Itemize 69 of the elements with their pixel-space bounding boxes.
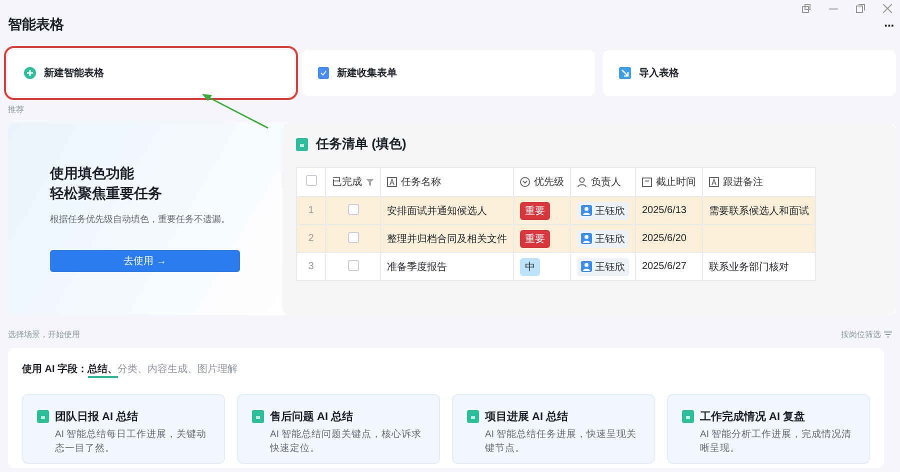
- banner-title: 使用填色功能: [50, 164, 135, 183]
- select-all-checkbox[interactable]: [306, 175, 316, 186]
- text-field-icon: [709, 177, 719, 187]
- action-card[interactable]: 新建智能表格: [8, 50, 294, 96]
- person-icon: [577, 177, 587, 187]
- avatar-icon: [581, 205, 592, 216]
- plus-icon: [24, 67, 36, 79]
- annotation-arrow: [200, 92, 270, 130]
- sheet-icon: [682, 410, 694, 423]
- priority-tag: 重要: [520, 202, 550, 220]
- more-button[interactable]: ···: [884, 18, 894, 32]
- table-cell: 2025/6/13: [636, 196, 702, 224]
- card-title: 项目进展 AI 总结: [485, 410, 568, 424]
- banner-title: 轻松聚焦重要任务: [50, 184, 163, 203]
- row-number: 3: [296, 252, 326, 280]
- table-cell: 整理并归档合同及相关文件: [380, 224, 514, 252]
- priority-tag: 重要: [520, 230, 550, 248]
- avatar-icon: [581, 233, 592, 244]
- sheet-icon: [467, 410, 479, 423]
- person-chip: 王钰欣: [577, 202, 629, 220]
- page-title: 智能表格: [8, 16, 64, 34]
- dropdown-icon: [520, 177, 530, 187]
- close-icon[interactable]: [883, 4, 892, 12]
- table-cell: 准备季度报告: [380, 252, 514, 280]
- text-field-icon: [387, 177, 397, 187]
- banner-description: 根据任务优先级自动填色，重要任务不遗漏。: [50, 213, 231, 226]
- filter-icon: [366, 178, 374, 186]
- pin-icon[interactable]: [802, 4, 811, 12]
- person-chip: 王钰欣: [577, 258, 629, 276]
- card-description: AI 智能总结问题关键点，核心诉求快速定位。: [270, 428, 423, 456]
- card-description: AI 智能分析工作进展，完成情况清晰呈现。: [700, 428, 853, 456]
- card-description: AI 智能总结任务进展，快速呈现关键节点。: [485, 428, 638, 456]
- checkbox[interactable]: [348, 232, 358, 242]
- calendar-icon: [642, 177, 652, 187]
- template-card[interactable]: 项目进展 AI 总结 AI 智能总结任务进展，快速呈现关键节点。: [452, 394, 655, 464]
- priority-tag: 中: [520, 258, 540, 276]
- avatar-icon: [581, 261, 592, 272]
- table-cell: 安排面试并通知候选人: [380, 196, 514, 224]
- sheet-icon: [296, 138, 308, 150]
- checkbox[interactable]: [348, 204, 358, 214]
- restore-icon[interactable]: [856, 4, 865, 12]
- row-number: 2: [296, 224, 326, 252]
- section-label: 选择场景，开始使用: [8, 329, 80, 340]
- card-title: 售后问题 AI 总结: [270, 410, 354, 424]
- checkbox[interactable]: [348, 260, 358, 270]
- action-card[interactable]: 导入表格: [603, 50, 896, 96]
- ai-field-tab[interactable]: 总结、: [88, 362, 118, 378]
- row-number: 1: [296, 196, 326, 224]
- template-card[interactable]: 团队日报 AI 总结 AI 智能总结每日工作进展，关键动态一目了然。: [22, 394, 225, 464]
- table-cell: 需要联系候选人和面试: [709, 206, 809, 216]
- table-cell: 联系业务部门核对: [709, 262, 789, 272]
- preview-title: 任务清单 (填色): [316, 135, 406, 153]
- table-cell: 2025/6/20: [636, 224, 702, 252]
- person-chip: 王钰欣: [577, 230, 629, 248]
- action-card[interactable]: 新建收集表单: [302, 50, 595, 96]
- import-icon: [619, 67, 631, 79]
- sheet-icon: [252, 410, 264, 423]
- card-title: 团队日报 AI 总结: [55, 410, 138, 424]
- form-icon: [318, 67, 329, 79]
- template-card[interactable]: 售后问题 AI 总结 AI 智能总结问题关键点，核心诉求快速定位。: [237, 394, 440, 464]
- sheet-icon: [37, 410, 49, 423]
- card-title: 工作完成情况 AI 复盘: [700, 410, 806, 424]
- template-card[interactable]: 工作完成情况 AI 复盘 AI 智能分析工作进展，完成情况清晰呈现。: [667, 394, 870, 464]
- use-button[interactable]: 去使用 →: [50, 250, 240, 272]
- card-description: AI 智能总结每日工作进展，关键动态一目了然。: [55, 428, 208, 456]
- filter-icon: [884, 331, 892, 338]
- ai-fields-label: 使用 AI 字段：: [22, 362, 88, 376]
- table-cell: 2025/6/27: [636, 252, 702, 280]
- section-label: 推荐: [7, 104, 25, 115]
